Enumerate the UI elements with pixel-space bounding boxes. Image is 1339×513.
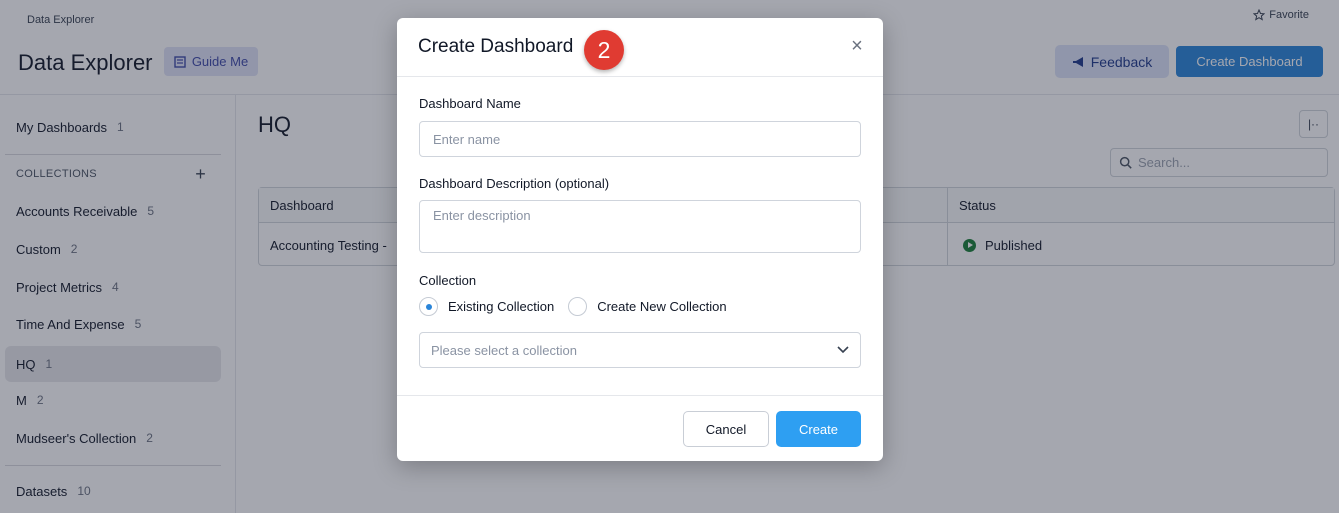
create-dashboard-dialog: Create Dashboard × Dashboard Name Dashbo…: [397, 18, 883, 461]
cancel-button[interactable]: Cancel: [683, 411, 769, 447]
dashboard-description-label: Dashboard Description (optional): [419, 176, 610, 191]
dashboard-description-input[interactable]: [419, 200, 861, 253]
dialog-title: Create Dashboard: [418, 36, 574, 57]
dashboard-name-input[interactable]: [419, 121, 861, 157]
new-collection-label[interactable]: Create New Collection: [597, 299, 726, 314]
chevron-down-icon: [837, 346, 849, 354]
collection-label: Collection: [419, 273, 477, 288]
collection-radio-group: Existing Collection Create New Collectio…: [419, 297, 727, 316]
dialog-footer-divider: [397, 395, 883, 396]
step-badge: 2: [584, 30, 624, 70]
existing-collection-radio[interactable]: [419, 297, 438, 316]
new-collection-radio[interactable]: [568, 297, 588, 316]
collection-select[interactable]: Please select a collection: [419, 332, 861, 368]
dashboard-name-label: Dashboard Name: [419, 96, 521, 111]
collection-select-placeholder: Please select a collection: [431, 342, 577, 358]
dialog-divider: [397, 76, 883, 77]
close-icon[interactable]: ×: [849, 36, 865, 56]
create-button[interactable]: Create: [776, 411, 861, 447]
existing-collection-label[interactable]: Existing Collection: [448, 299, 554, 314]
